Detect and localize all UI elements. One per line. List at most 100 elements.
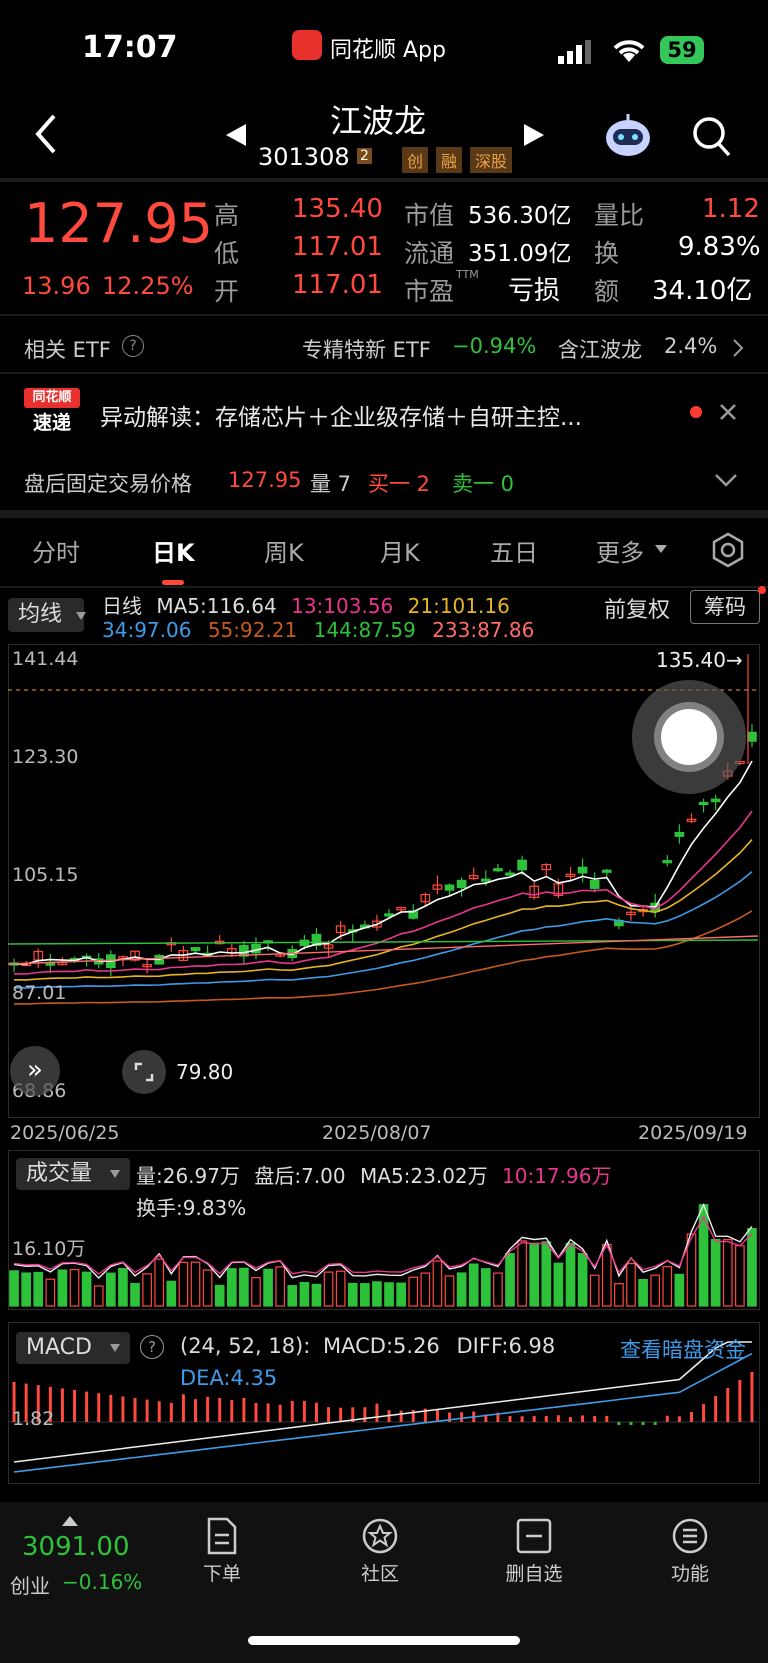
news-text[interactable]: 异动解读：存储芯片＋企业级存储＋自研主控...: [100, 398, 582, 432]
candle-body: [517, 859, 527, 871]
high-marker: 135.40→: [656, 648, 743, 672]
volume-bar: [710, 1238, 721, 1307]
high-label: 高: [214, 201, 240, 230]
remove-watchlist-icon: [516, 1518, 552, 1554]
back-icon[interactable]: [32, 112, 60, 156]
chevron-right-icon[interactable]: [732, 338, 744, 358]
functions-menu-icon: [672, 1518, 708, 1554]
price-change: 13.96: [22, 272, 91, 300]
order-icon: [207, 1517, 237, 1555]
legend-ma13: 13:103.56: [291, 594, 394, 618]
volume-bar: [553, 1262, 564, 1307]
volume-bar: [154, 1258, 165, 1307]
volume-bar: [202, 1269, 213, 1307]
etf-name[interactable]: 专精特新 ETF: [302, 334, 431, 364]
tab-wuri[interactable]: 五日: [490, 533, 538, 568]
volume-bar: [166, 1280, 177, 1307]
volume-bar: [142, 1273, 152, 1307]
ma-selector[interactable]: 均线: [8, 598, 84, 632]
after-hours-sell: 卖一 0: [452, 472, 515, 496]
help-icon[interactable]: ?: [122, 335, 144, 357]
open-label: 开: [214, 277, 240, 306]
candle-body: [384, 913, 394, 917]
chips-button[interactable]: 筹码: [690, 590, 760, 624]
wifi-icon: [613, 40, 645, 62]
volume-bar: [105, 1272, 116, 1307]
fullscreen-icon[interactable]: [122, 1050, 166, 1094]
volume-bar: [456, 1272, 467, 1307]
assistive-touch-button[interactable]: [632, 680, 746, 794]
code-badge: 2: [357, 148, 372, 164]
pe-ttm-label: TTM: [456, 268, 479, 281]
volume-bar: [722, 1239, 733, 1307]
candle-body: [480, 878, 491, 882]
robot-assistant-icon[interactable]: [602, 112, 654, 158]
unread-dot-icon: [690, 406, 702, 418]
prev-stock-icon[interactable]: [224, 122, 248, 148]
stock-name: 江波龙: [330, 102, 427, 140]
volume-bar: [251, 1277, 261, 1307]
ma-legend-line2: 34:97.06 55:92.21 144:87.59 233:87.86: [102, 618, 534, 642]
low-value: 117.01: [292, 232, 383, 262]
volume-bar: [9, 1270, 19, 1307]
macd-selector-label: MACD: [26, 1335, 92, 1360]
price-axis-2: 123.30: [12, 746, 79, 768]
volume-bar: [432, 1260, 443, 1307]
adjust-mode[interactable]: 前复权: [604, 592, 670, 624]
candle-body: [589, 879, 600, 889]
candle-body: [698, 801, 709, 806]
tab-more[interactable]: 更多: [596, 533, 644, 568]
news-logo-top: 同花顺: [24, 388, 80, 408]
low-marker: 79.80: [176, 1060, 234, 1084]
expand-left-icon[interactable]: »: [10, 1046, 60, 1096]
volume-bar: [674, 1273, 685, 1307]
tab-zhouk[interactable]: 周K: [264, 533, 304, 568]
settings-hexagon-icon[interactable]: [710, 532, 746, 568]
macd-params: (24, 52, 18):: [180, 1334, 311, 1358]
candle-body: [710, 798, 721, 803]
after-hours-price: 127.95: [228, 468, 302, 492]
date-start: 2025/06/25: [10, 1122, 120, 1144]
index-name: 创业: [10, 1574, 50, 1598]
volume-bar: [384, 1282, 394, 1307]
tab-fenshi[interactable]: 分时: [32, 533, 80, 568]
nav-community-label: 社区: [360, 1563, 399, 1585]
turnover-value: 9.83%: [678, 232, 761, 262]
index-change: −0.16%: [62, 1570, 143, 1594]
volume-bar: [226, 1268, 237, 1307]
close-icon[interactable]: [718, 402, 738, 422]
volume-bar: [275, 1266, 286, 1307]
volume-bar: [299, 1281, 310, 1307]
chevron-down-icon[interactable]: [714, 472, 738, 488]
legend-daily: 日线: [102, 594, 142, 618]
vol-ratio-label: 量比: [594, 201, 645, 230]
index-value[interactable]: 3091.00: [22, 1532, 130, 1562]
float-value: 351.09亿: [468, 241, 572, 267]
status-app-name: 同花顺 App: [330, 38, 446, 63]
dark-pool-link[interactable]: 查看暗盘资金: [620, 1334, 746, 1364]
float-label: 流通: [404, 239, 455, 268]
tab-yuek[interactable]: 月K: [380, 533, 420, 568]
index-up-icon: [62, 1516, 78, 1526]
volume-bar: [396, 1282, 406, 1307]
volume-dropdown-icon: [110, 1170, 120, 1178]
tag-shengu: 深股: [470, 147, 513, 173]
next-stock-icon[interactable]: [522, 122, 546, 148]
legend-ma55: 55:92.21: [207, 618, 298, 642]
volume-bar: [601, 1243, 612, 1307]
nav-remove-watchlist[interactable]: 删自选: [484, 1517, 584, 1586]
nav-functions[interactable]: 功能: [640, 1517, 740, 1586]
search-icon[interactable]: [692, 116, 732, 158]
battery-level: 59: [667, 38, 697, 62]
macd-help-icon[interactable]: ?: [140, 1335, 164, 1359]
nav-community[interactable]: 社区: [330, 1517, 430, 1586]
volume-bar: [614, 1283, 624, 1307]
amount-label: 额: [594, 277, 620, 306]
news-logo-bottom: 速递: [32, 412, 71, 434]
candle-body: [444, 884, 455, 891]
etf-contains: 含江波龙: [558, 338, 642, 362]
mcap-label: 市值: [404, 201, 455, 230]
nav-order[interactable]: 下单: [172, 1517, 272, 1586]
tab-rik[interactable]: 日K: [152, 533, 195, 568]
active-tab-indicator: [162, 580, 184, 585]
